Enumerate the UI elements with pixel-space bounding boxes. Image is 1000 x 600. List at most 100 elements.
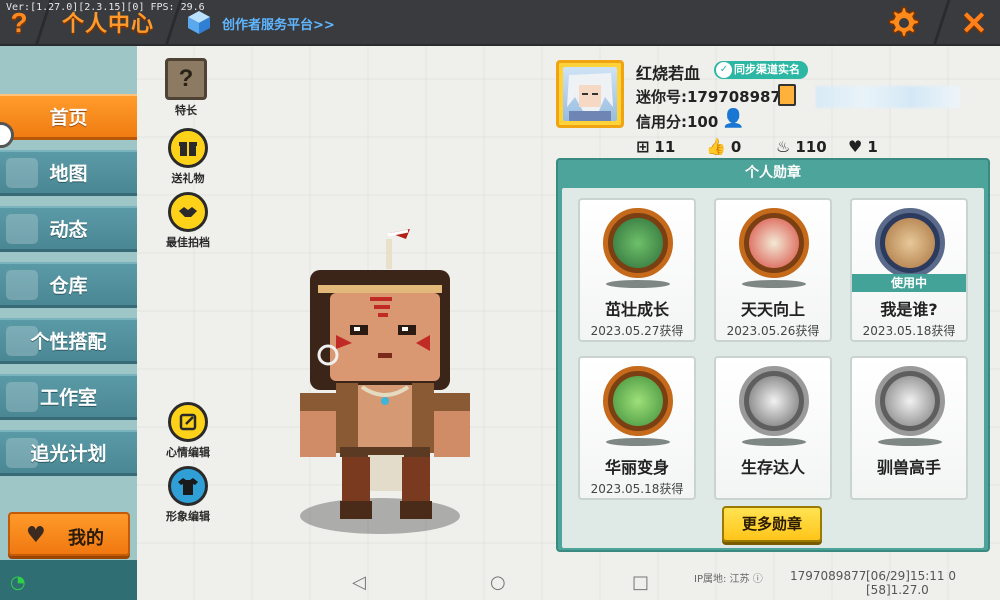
shirt-icon: [168, 466, 208, 506]
medal-name: 驯兽高手: [876, 458, 941, 477]
home-nav-icon[interactable]: ○: [490, 572, 506, 593]
medal-card[interactable]: 天天向上 2023.05.26获得: [714, 198, 832, 342]
in-use-label: 使用中: [852, 274, 966, 292]
sidebar-item-label: 动态: [49, 220, 88, 241]
talent-button[interactable]: ? 特长: [156, 58, 216, 118]
sidebar-item-label: 工作室: [39, 388, 97, 409]
info-icon[interactable]: ⓘ: [753, 574, 763, 585]
mood-edit-label: 心情编辑: [166, 446, 210, 459]
avatar-edit-button[interactable]: 形象编辑: [158, 466, 218, 524]
stat-fire: ♨ 110: [776, 137, 827, 156]
id-card-medal-icon: [875, 208, 945, 278]
avatar-image: [563, 67, 617, 121]
stat-plus-value: 11: [654, 138, 676, 156]
mini-id: 迷你号:1797089877: [636, 88, 792, 106]
nickname: 红烧若血: [636, 64, 701, 83]
avatar-edit-label: 形象编辑: [166, 510, 210, 523]
medal-plinth: [742, 280, 806, 288]
costume-medal-icon: [603, 366, 673, 436]
sidebar-item-label: 仓库: [49, 276, 88, 297]
heart-icon: ♥: [26, 523, 46, 548]
stat-likes-value: 0: [730, 138, 742, 156]
medal-card-in-use[interactable]: 使用中 我是谁? 2023.05.18获得: [850, 198, 968, 342]
medal-plinth: [742, 438, 806, 446]
medal-grid: 茁壮成长 2023.05.27获得 天天向上 2023.05.26获得 使用中 …: [562, 188, 984, 548]
player-character[interactable]: [270, 225, 490, 530]
sidebar-item-label: 个性搭配: [30, 332, 107, 353]
debug-overlay: Ver:[1.27.0][2.3.15][0] FPS: 29.6: [6, 2, 205, 13]
sidebar-item-warehouse[interactable]: 仓库: [0, 262, 137, 308]
calendar-medal-icon: [739, 208, 809, 278]
settings-button[interactable]: [884, 4, 924, 42]
gift-label: 送礼物: [171, 172, 205, 185]
medal-name: 生存达人: [740, 458, 805, 477]
avatar[interactable]: [556, 60, 624, 128]
sidebar-item-light-plan[interactable]: 追光计划: [0, 430, 137, 476]
close-icon: ✕: [960, 5, 988, 41]
footer-uid: 1797089877: [790, 569, 867, 583]
flame-icon: ♨: [776, 137, 791, 156]
creator-platform-link[interactable]: 创作者服务平台>>: [222, 14, 335, 33]
verify-badge-label: 同步渠道实名: [734, 63, 800, 76]
sidebar-item-home[interactable]: 首页: [0, 94, 137, 140]
blurred-region: [816, 86, 960, 108]
mine-label: 我的: [68, 528, 104, 548]
medal-plinth: [878, 438, 942, 446]
talent-label: 特长: [175, 104, 197, 117]
medal-panel-title: 个人勋章: [745, 165, 801, 181]
recents-nav-icon[interactable]: □: [632, 572, 649, 593]
sidebar-item-studio[interactable]: 工作室: [0, 374, 137, 420]
flame-medal-icon: [739, 366, 809, 436]
medal-name: 我是谁?: [880, 300, 938, 319]
verified-user-icon: ✓: [716, 62, 732, 78]
horse-medal-icon: [875, 366, 945, 436]
gear-icon: [888, 6, 920, 38]
footer-timestamp: [06/29]15:11 0 [58]1.27.0: [866, 569, 956, 597]
divider: [932, 0, 951, 46]
copy-icon[interactable]: [778, 84, 796, 106]
question-icon: ?: [165, 58, 207, 100]
medal-card[interactable]: 茁壮成长 2023.05.27获得: [578, 198, 696, 342]
medal-date: 2023.05.27获得: [590, 324, 684, 338]
back-nav-icon[interactable]: ◁: [352, 572, 366, 593]
wifi-icon: ◔: [10, 572, 26, 593]
sidebar-item-label: 首页: [49, 108, 88, 129]
ip-location: IP属地: 江苏 ⓘ: [694, 570, 763, 585]
medal-date: 2023.05.26获得: [726, 324, 820, 338]
sidebar-item-map[interactable]: 地图: [0, 150, 137, 196]
gift-button[interactable]: 送礼物: [158, 128, 218, 186]
sidebar-item-feed[interactable]: 动态: [0, 206, 137, 252]
medal-card-locked[interactable]: 生存达人: [714, 356, 832, 500]
medal-panel: 个人勋章 茁壮成长 2023.05.27获得 天天向上 2023.05.26获得…: [556, 158, 990, 552]
plant-medal-icon: [603, 208, 673, 278]
medal-date: 2023.05.18获得: [862, 324, 956, 338]
partner-label: 最佳拍档: [166, 236, 210, 249]
sidebar-item-outfit[interactable]: 个性搭配: [0, 318, 137, 364]
stat-hearts-value: 1: [867, 138, 878, 156]
credit-info-icon[interactable]: 👤: [722, 108, 744, 129]
top-bar: ? 个人中心 创作者服务平台>> Ver:[1.27.0][2.3.15][0]…: [0, 0, 1000, 46]
sidebar-item-label: 地图: [49, 164, 88, 185]
verify-badge[interactable]: ✓ 同步渠道实名: [714, 61, 808, 79]
medal-name: 华丽变身: [604, 458, 669, 477]
more-medals-button[interactable]: 更多勋章: [722, 506, 822, 542]
medal-card[interactable]: 华丽变身 2023.05.18获得: [578, 356, 696, 500]
stat-hearts: ♥ 1: [848, 137, 878, 156]
plus-square-icon: ⊞: [636, 137, 650, 156]
edit-icon: [168, 402, 208, 442]
stat-likes: 👍 0: [706, 137, 741, 156]
mine-button[interactable]: ♥ 我的: [8, 512, 130, 556]
partner-button[interactable]: 最佳拍档: [158, 192, 218, 250]
close-button[interactable]: ✕: [954, 4, 994, 42]
medal-date: 2023.05.18获得: [590, 482, 684, 496]
mood-edit-button[interactable]: 心情编辑: [158, 402, 218, 460]
medal-name: 茁壮成长: [604, 300, 669, 319]
gift-icon: [168, 128, 208, 168]
credit-score: 信用分:100: [636, 113, 719, 131]
stat-plus: ⊞ 11: [636, 137, 675, 156]
medal-plinth: [606, 438, 670, 446]
medal-card-locked[interactable]: 驯兽高手: [850, 356, 968, 500]
medal-plinth: [606, 280, 670, 288]
stat-fire-value: 110: [795, 138, 827, 156]
medal-name: 天天向上: [740, 300, 805, 319]
